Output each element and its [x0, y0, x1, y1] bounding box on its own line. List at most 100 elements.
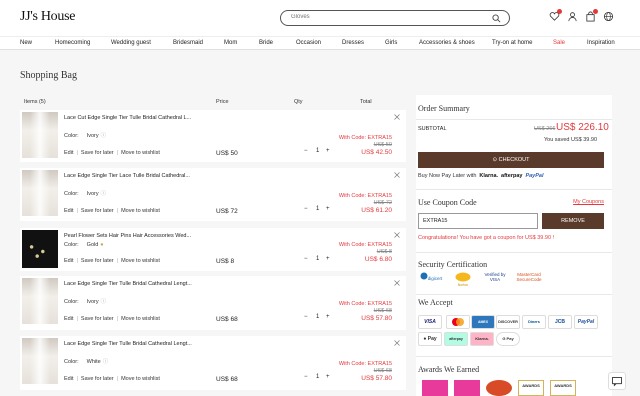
cart-icon[interactable]	[585, 9, 598, 22]
search-icon[interactable]	[492, 14, 501, 23]
divider	[416, 356, 612, 357]
nav-item-bride[interactable]: Bride	[259, 40, 273, 46]
product-thumbnail[interactable]	[22, 112, 58, 158]
save-for-later-link[interactable]: Save for later	[81, 316, 114, 322]
remove-item-icon[interactable]	[394, 172, 400, 178]
coupon-title: Use Coupon Code	[418, 198, 477, 207]
nav-item-mom[interactable]: Mom	[224, 40, 237, 46]
cart-item: Lace Edge Single Tier Tulle Bridal Cathe…	[20, 336, 406, 390]
promo-code-label: With Code: EXTRA15	[338, 242, 392, 248]
nav-item-inspiration[interactable]: Inspiration	[587, 40, 615, 46]
product-name[interactable]: Lace Edge Single Tier Tulle Bridal Cathe…	[64, 281, 192, 287]
awards-title: Awards We Earned	[418, 365, 480, 374]
product-color: Color: White ⓘ	[64, 359, 109, 365]
paypal-logo: PayPal	[525, 173, 544, 179]
chat-button[interactable]	[608, 372, 626, 390]
verified-by-visa-logo: Verified by VISA	[484, 272, 506, 282]
move-to-wishlist-link[interactable]: Move to wishlist	[121, 150, 160, 156]
checkout-button[interactable]: ⊙ CHECKOUT	[418, 152, 604, 168]
move-to-wishlist-link[interactable]: Move to wishlist	[121, 258, 160, 264]
award-badge	[486, 380, 512, 396]
edit-link[interactable]: Edit	[64, 376, 73, 382]
minus-button[interactable]: −	[304, 206, 308, 212]
account-icon[interactable]	[567, 11, 578, 22]
quantity-value[interactable]: 1	[316, 314, 319, 320]
move-to-wishlist-link[interactable]: Move to wishlist	[121, 208, 160, 214]
mastercard-icon	[446, 315, 470, 329]
cart-item: Lace Cut Edge Single Tier Tulle Bridal C…	[20, 110, 406, 162]
cart-item: Lace Edge Single Tier Lace Tulle Bridal …	[20, 168, 406, 221]
quantity-value[interactable]: 1	[316, 374, 319, 380]
product-color: Color: Gold ●	[64, 242, 104, 248]
nav-item-sale[interactable]: Sale	[553, 40, 565, 46]
quantity-value[interactable]: 1	[316, 148, 319, 154]
edit-link[interactable]: Edit	[64, 150, 73, 156]
minus-button[interactable]: −	[304, 256, 308, 262]
product-thumbnail[interactable]	[22, 170, 58, 216]
diners-icon: Diners	[522, 315, 546, 329]
move-to-wishlist-link[interactable]: Move to wishlist	[121, 376, 160, 382]
quantity-value[interactable]: 1	[316, 206, 319, 212]
save-for-later-link[interactable]: Save for later	[81, 258, 114, 264]
nav-item-new[interactable]: New	[20, 40, 32, 46]
nav-item-homecoming[interactable]: Homecoming	[55, 40, 90, 46]
plus-button[interactable]: +	[326, 148, 330, 154]
award-badge	[454, 380, 480, 396]
cart-badge	[593, 9, 598, 14]
nav-item-girls[interactable]: Girls	[385, 40, 397, 46]
save-for-later-link[interactable]: Save for later	[81, 208, 114, 214]
nav-item-try-on[interactable]: Try-on at home	[492, 40, 532, 46]
item-total: With Code: EXTRA15 US$ 68 US$ 57.80	[339, 301, 392, 322]
divider	[416, 119, 612, 120]
product-name[interactable]: Lace Cut Edge Single Tier Tulle Bridal C…	[64, 115, 191, 121]
wishlist-icon[interactable]	[549, 9, 562, 22]
nav-item-dresses[interactable]: Dresses	[342, 40, 364, 46]
product-thumbnail[interactable]	[22, 278, 58, 324]
edit-link[interactable]: Edit	[64, 316, 73, 322]
info-icon: ⓘ	[102, 359, 109, 365]
main-nav: New Homecoming Wedding guest Bridesmaid …	[0, 36, 640, 50]
search-input[interactable]	[291, 14, 471, 20]
edit-link[interactable]: Edit	[64, 258, 73, 264]
move-to-wishlist-link[interactable]: Move to wishlist	[121, 316, 160, 322]
search-box[interactable]	[280, 10, 510, 26]
subtotal-original: US$ 266	[534, 126, 556, 132]
site-logo[interactable]: JJ's House	[20, 9, 75, 25]
quantity-value[interactable]: 1	[316, 256, 319, 262]
klarna-logo: Klarna.	[479, 173, 499, 179]
bnpl-line: Buy Now Pay Later with Klarna. afterpay Pay…	[418, 173, 544, 179]
nav-item-bridesmaid[interactable]: Bridesmaid	[173, 40, 203, 46]
nav-item-occasion[interactable]: Occasion	[296, 40, 321, 46]
plus-button[interactable]: +	[326, 256, 330, 262]
minus-button[interactable]: −	[304, 374, 308, 380]
save-for-later-link[interactable]: Save for later	[81, 150, 114, 156]
plus-button[interactable]: +	[326, 206, 330, 212]
nav-item-accessories[interactable]: Accessories & shoes	[419, 40, 475, 46]
minus-button[interactable]: −	[304, 148, 308, 154]
item-actions: Edit | Save for later | Move to wishlist	[64, 376, 160, 382]
plus-button[interactable]: +	[326, 314, 330, 320]
my-coupons-link[interactable]: My Coupons	[573, 199, 604, 205]
remove-item-icon[interactable]	[394, 280, 400, 286]
plus-button[interactable]: +	[326, 374, 330, 380]
discounted-total: US$ 57.80	[361, 375, 392, 382]
globe-icon[interactable]	[603, 11, 614, 22]
product-name[interactable]: Pearl Flower Sets Hair Pins Hair Accesso…	[64, 233, 191, 239]
quantity-stepper: − 1 +	[304, 255, 332, 265]
product-color: Color: Ivory ⓘ	[64, 133, 107, 139]
nav-item-wedding-guest[interactable]: Wedding guest	[111, 40, 151, 46]
remove-coupon-button[interactable]: REMOVE	[542, 213, 604, 229]
product-name[interactable]: Lace Edge Single Tier Tulle Bridal Cathe…	[64, 341, 192, 347]
cart-item: Lace Edge Single Tier Tulle Bridal Cathe…	[20, 276, 406, 330]
remove-item-icon[interactable]	[394, 114, 400, 120]
product-thumbnail[interactable]	[22, 338, 58, 384]
remove-item-icon[interactable]	[394, 232, 400, 238]
product-thumbnail[interactable]	[22, 230, 58, 268]
save-for-later-link[interactable]: Save for later	[81, 376, 114, 382]
remove-item-icon[interactable]	[394, 340, 400, 346]
coupon-code-input[interactable]	[418, 213, 538, 229]
edit-link[interactable]: Edit	[64, 208, 73, 214]
minus-button[interactable]: −	[304, 314, 308, 320]
product-name[interactable]: Lace Edge Single Tier Lace Tulle Bridal …	[64, 173, 190, 179]
discounted-total: US$ 57.80	[361, 315, 392, 322]
